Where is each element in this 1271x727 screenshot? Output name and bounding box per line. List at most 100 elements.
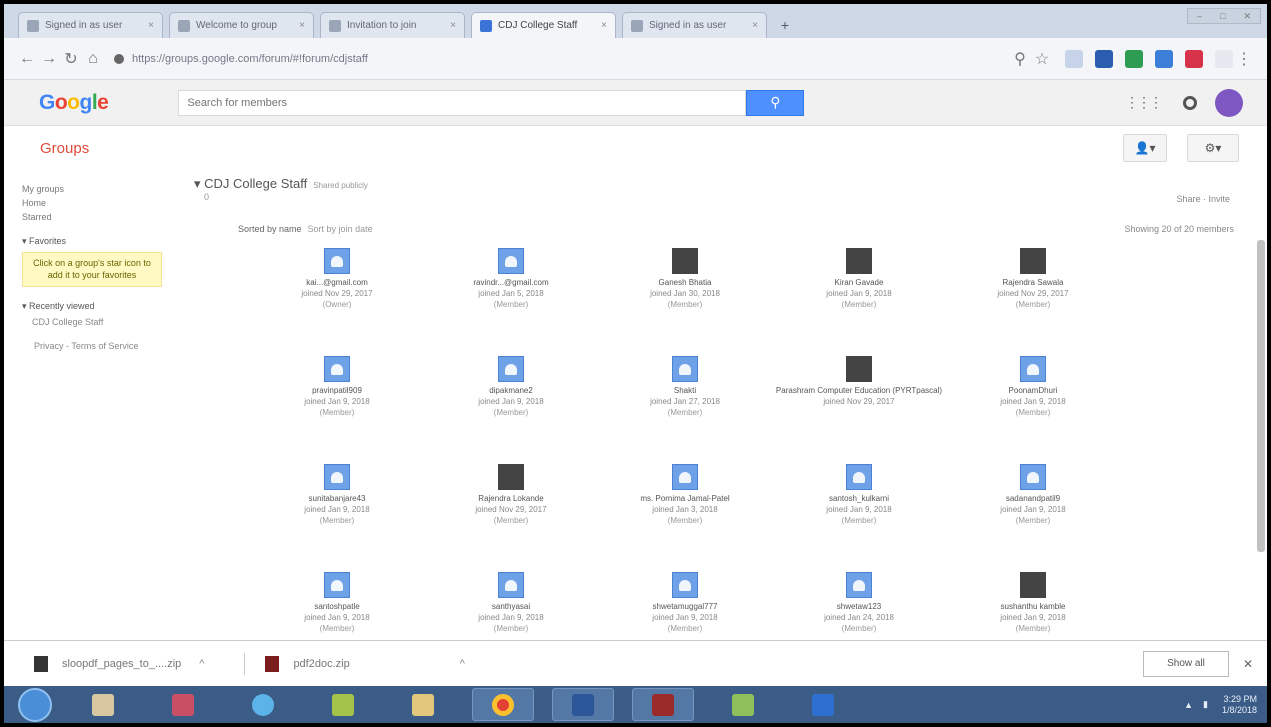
tray-icon[interactable]: ▲ bbox=[1184, 700, 1193, 710]
sidebar-item-my-groups[interactable]: My groups bbox=[22, 184, 182, 194]
default-avatar-icon[interactable] bbox=[672, 464, 698, 490]
settings-button[interactable]: ⚙▾ bbox=[1187, 134, 1239, 162]
default-avatar-icon[interactable] bbox=[846, 572, 872, 598]
window-controls[interactable]: – □ ✕ bbox=[1187, 8, 1261, 24]
sort-by-name[interactable]: Sorted by name bbox=[238, 224, 302, 234]
download-item[interactable]: sloopdf_pages_to_....zip ^ bbox=[34, 655, 204, 672]
member-name[interactable]: Rajendra Lokande bbox=[478, 494, 543, 505]
default-avatar-icon[interactable] bbox=[846, 464, 872, 490]
groups-title[interactable]: Groups bbox=[40, 140, 89, 157]
member-photo[interactable] bbox=[672, 248, 698, 274]
member-name[interactable]: ms. Pornima Jamal-Patel bbox=[640, 494, 729, 505]
start-button[interactable] bbox=[18, 687, 52, 722]
member-name[interactable]: dipakmane2 bbox=[489, 386, 533, 397]
default-avatar-icon[interactable] bbox=[498, 248, 524, 274]
taskbar-app[interactable] bbox=[632, 688, 694, 721]
member-card[interactable]: santosh_kulkarni joined Jan 9, 2018 (Membe… bbox=[772, 464, 946, 572]
extension-icon[interactable] bbox=[1065, 49, 1083, 68]
member-card[interactable]: Rajendra Lokande joined Nov 29, 2017 (Memb… bbox=[424, 464, 598, 572]
browser-tab[interactable]: Signed in as user × bbox=[622, 12, 767, 38]
browser-tab-active[interactable]: CDJ College Staff × bbox=[471, 12, 616, 38]
notifications-icon[interactable] bbox=[1183, 95, 1197, 110]
member-photo[interactable] bbox=[498, 464, 524, 490]
privacy-terms-link[interactable]: Privacy - Terms of Service bbox=[22, 341, 182, 351]
member-card[interactable]: ravindr...@gmail.com joined Jan 5, 2018 (M… bbox=[424, 248, 598, 356]
clock[interactable]: 3:29 PM 1/8/2018 bbox=[1222, 694, 1257, 716]
member-name[interactable]: Shakti bbox=[674, 386, 696, 397]
member-name[interactable]: sadanandpatil9 bbox=[1006, 494, 1060, 505]
home-icon[interactable]: ⌂ bbox=[82, 50, 104, 68]
member-card[interactable]: sadanandpatil9 joined Jan 9, 2018 (Member) bbox=[946, 464, 1120, 572]
search-button[interactable]: ⚲ bbox=[746, 89, 805, 116]
member-card[interactable]: kai...@gmail.com joined Nov 29, 2017 (Owne… bbox=[250, 248, 424, 356]
extension-icon[interactable] bbox=[1185, 49, 1203, 68]
member-card[interactable]: Parashram Computer Education (PYRTpascal… bbox=[772, 356, 946, 464]
browser-tab[interactable]: Signed in as user × bbox=[18, 12, 163, 38]
close-window-icon[interactable]: ✕ bbox=[1243, 11, 1251, 22]
member-card[interactable]: Kiran Gavade joined Jan 9, 2018 (Member) bbox=[772, 248, 946, 356]
taskbar-app[interactable] bbox=[712, 688, 774, 721]
menu-dots-icon[interactable]: ⋮ bbox=[1233, 49, 1255, 69]
back-icon[interactable]: ← bbox=[16, 50, 38, 68]
member-name[interactable]: Kiran Gavade bbox=[835, 278, 884, 289]
member-name[interactable]: shwetamuggal777 bbox=[653, 602, 718, 613]
reload-icon[interactable]: ↻ bbox=[60, 49, 82, 69]
default-avatar-icon[interactable] bbox=[498, 572, 524, 598]
network-icon[interactable]: ▮ bbox=[1203, 699, 1208, 710]
default-avatar-icon[interactable] bbox=[324, 464, 350, 490]
taskbar-app[interactable] bbox=[392, 688, 454, 721]
member-card[interactable]: Ganesh Bhatia joined Jan 30, 2018 (Member) bbox=[598, 248, 772, 356]
scrollbar[interactable] bbox=[1257, 240, 1265, 552]
default-avatar-icon[interactable] bbox=[1020, 464, 1046, 490]
member-name[interactable]: santoshpatle bbox=[314, 602, 359, 613]
taskbar-app[interactable] bbox=[152, 688, 214, 721]
default-avatar-icon[interactable] bbox=[498, 356, 524, 382]
member-name[interactable]: pravinpatil909 bbox=[312, 386, 362, 397]
extension-icon[interactable] bbox=[1125, 49, 1143, 68]
browser-tab[interactable]: Invitation to join × bbox=[320, 12, 465, 38]
member-name[interactable]: Ganesh Bhatia bbox=[659, 278, 712, 289]
member-name[interactable]: ravindr...@gmail.com bbox=[473, 278, 548, 289]
star-icon[interactable]: ☆ bbox=[1031, 49, 1053, 69]
default-avatar-icon[interactable] bbox=[324, 356, 350, 382]
search-icon[interactable]: ⚲ bbox=[1009, 49, 1031, 69]
member-card[interactable]: ms. Pornima Jamal-Patel joined Jan 3, 201… bbox=[598, 464, 772, 572]
member-name[interactable]: sushanthu kamble bbox=[1001, 602, 1066, 613]
default-avatar-icon[interactable] bbox=[324, 248, 350, 274]
member-card[interactable]: dipakmane2 joined Jan 9, 2018 (Member) bbox=[424, 356, 598, 464]
url-field[interactable]: https://groups.google.com/forum/#!forum/… bbox=[114, 46, 764, 72]
sidebar-item-home[interactable]: Home bbox=[22, 198, 182, 208]
tab-close-icon[interactable]: × bbox=[148, 20, 154, 31]
taskbar-app-chrome[interactable] bbox=[472, 688, 534, 721]
sidebar-item-recent[interactable]: CDJ College Staff bbox=[22, 317, 182, 327]
default-avatar-icon[interactable] bbox=[324, 572, 350, 598]
tab-close-icon[interactable]: × bbox=[299, 20, 305, 31]
sort-by-join-date[interactable]: Sort by join date bbox=[308, 224, 373, 234]
show-all-button[interactable]: Show all bbox=[1143, 650, 1229, 677]
member-name[interactable]: Parashram Computer Education (PYRTpascal… bbox=[776, 386, 942, 397]
chevron-up-icon[interactable]: ^ bbox=[460, 658, 465, 670]
extension-icon[interactable] bbox=[1095, 49, 1113, 68]
member-name[interactable]: shwetaw123 bbox=[837, 602, 881, 613]
member-card[interactable]: Rajendra Sawala joined Nov 29, 2017 (Membe… bbox=[946, 248, 1120, 356]
taskbar-app-word[interactable] bbox=[552, 688, 614, 721]
default-avatar-icon[interactable] bbox=[1020, 356, 1046, 382]
google-logo[interactable]: Google bbox=[39, 91, 109, 115]
member-name[interactable]: Rajendra Sawala bbox=[1003, 278, 1064, 289]
taskbar-app[interactable] bbox=[312, 688, 374, 721]
share-invite-links[interactable]: Share · Invite bbox=[1176, 194, 1230, 204]
default-avatar-icon[interactable] bbox=[672, 356, 698, 382]
tab-close-icon[interactable]: × bbox=[601, 20, 607, 31]
taskbar-app[interactable] bbox=[72, 688, 134, 721]
favorites-heading[interactable]: ▾ Favorites bbox=[22, 236, 182, 247]
browser-tab[interactable]: Welcome to group × bbox=[169, 12, 314, 38]
chevron-up-icon[interactable]: ^ bbox=[199, 658, 204, 670]
member-photo[interactable] bbox=[1020, 572, 1046, 598]
extension-icon[interactable] bbox=[1215, 49, 1233, 68]
member-card[interactable]: sunitabanjare43 joined Jan 9, 2018 (Member… bbox=[250, 464, 424, 572]
member-photo[interactable] bbox=[1020, 248, 1046, 274]
avatar[interactable] bbox=[1215, 88, 1243, 117]
member-name[interactable]: PoonamDhuri bbox=[1009, 386, 1058, 397]
member-photo[interactable] bbox=[846, 356, 872, 382]
member-actions-button[interactable]: 👤▾ bbox=[1123, 134, 1167, 162]
